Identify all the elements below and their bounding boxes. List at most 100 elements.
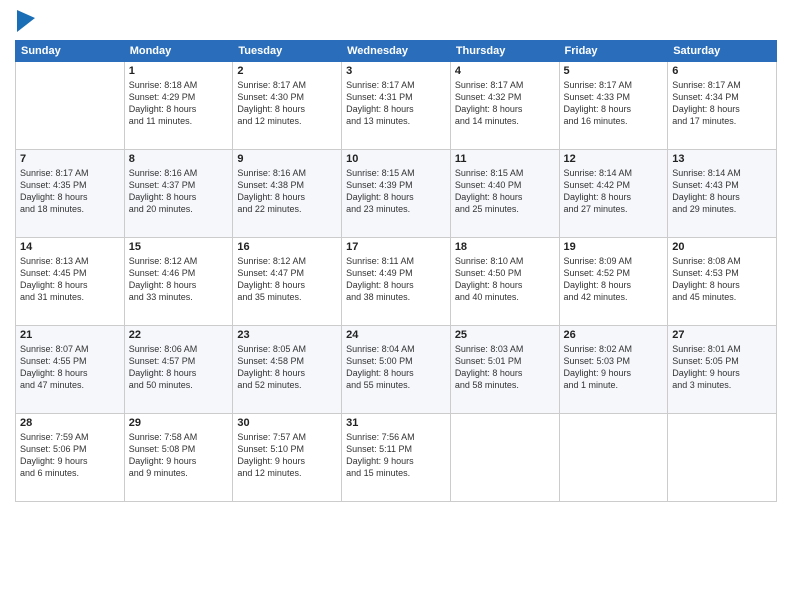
day-info: Sunrise: 8:07 AMSunset: 4:55 PMDaylight:… bbox=[20, 343, 120, 392]
weekday-header: Wednesday bbox=[342, 41, 451, 62]
calendar-cell: 30Sunrise: 7:57 AMSunset: 5:10 PMDayligh… bbox=[233, 414, 342, 502]
calendar-cell: 20 Sunrise: 8:08 AMSunset: 4:53 PMDayligh… bbox=[668, 238, 777, 326]
weekday-header: Tuesday bbox=[233, 41, 342, 62]
weekday-header: Thursday bbox=[450, 41, 559, 62]
calendar-cell: 12 Sunrise: 8:14 AMSunset: 4:42 PMDayligh… bbox=[559, 150, 668, 238]
day-number: 23 bbox=[237, 329, 337, 341]
logo-icon bbox=[17, 10, 35, 32]
calendar-week-row: 14 Sunrise: 8:13 AMSunset: 4:45 PMDayligh… bbox=[16, 238, 777, 326]
day-number: 26 bbox=[564, 329, 664, 341]
calendar-cell: 25 Sunrise: 8:03 AMSunset: 5:01 PMDayligh… bbox=[450, 326, 559, 414]
day-info: Sunrise: 8:11 AMSunset: 4:49 PMDaylight:… bbox=[346, 255, 446, 304]
day-info: Sunrise: 8:17 AMSunset: 4:33 PMDaylight:… bbox=[564, 79, 664, 128]
day-number: 12 bbox=[564, 153, 664, 165]
day-info: Sunrise: 8:13 AMSunset: 4:45 PMDaylight:… bbox=[20, 255, 120, 304]
page: SundayMondayTuesdayWednesdayThursdayFrid… bbox=[0, 0, 792, 612]
day-number: 10 bbox=[346, 153, 446, 165]
day-number: 19 bbox=[564, 241, 664, 253]
day-number: 17 bbox=[346, 241, 446, 253]
calendar-cell: 2 Sunrise: 8:17 AMSunset: 4:30 PMDaylight… bbox=[233, 62, 342, 150]
calendar-week-row: 21 Sunrise: 8:07 AMSunset: 4:55 PMDayligh… bbox=[16, 326, 777, 414]
day-number: 8 bbox=[129, 153, 229, 165]
day-number: 28 bbox=[20, 417, 120, 429]
calendar-week-row: 28 Sunrise: 7:59 AMSunset: 5:06 PMDayligh… bbox=[16, 414, 777, 502]
calendar: SundayMondayTuesdayWednesdayThursdayFrid… bbox=[15, 40, 777, 502]
calendar-week-row: 7 Sunrise: 8:17 AMSunset: 4:35 PMDaylight… bbox=[16, 150, 777, 238]
calendar-cell: 24 Sunrise: 8:04 AMSunset: 5:00 PMDayligh… bbox=[342, 326, 451, 414]
day-info: Sunrise: 8:05 AMSunset: 4:58 PMDaylight:… bbox=[237, 343, 337, 392]
calendar-cell: 10Sunrise: 8:15 AMSunset: 4:39 PMDayligh… bbox=[342, 150, 451, 238]
weekday-header: Sunday bbox=[16, 41, 125, 62]
day-number: 14 bbox=[20, 241, 120, 253]
calendar-cell: 31 Sunrise: 7:56 AMSunset: 5:11 PMDayligh… bbox=[342, 414, 451, 502]
day-info: Sunrise: 7:58 AMSunset: 5:08 PMDaylight:… bbox=[129, 431, 229, 480]
day-info: Sunrise: 8:14 AMSunset: 4:43 PMDaylight:… bbox=[672, 167, 772, 216]
weekday-header: Friday bbox=[559, 41, 668, 62]
calendar-cell: 22Sunrise: 8:06 AMSunset: 4:57 PMDayligh… bbox=[124, 326, 233, 414]
day-number: 9 bbox=[237, 153, 337, 165]
calendar-cell: 3 Sunrise: 8:17 AMSunset: 4:31 PMDaylight… bbox=[342, 62, 451, 150]
day-info: Sunrise: 7:56 AMSunset: 5:11 PMDaylight:… bbox=[346, 431, 446, 480]
calendar-cell bbox=[559, 414, 668, 502]
calendar-cell: 9 Sunrise: 8:16 AMSunset: 4:38 PMDaylight… bbox=[233, 150, 342, 238]
day-number: 30 bbox=[237, 417, 337, 429]
calendar-cell: 14 Sunrise: 8:13 AMSunset: 4:45 PMDayligh… bbox=[16, 238, 125, 326]
day-number: 25 bbox=[455, 329, 555, 341]
calendar-cell bbox=[668, 414, 777, 502]
day-number: 5 bbox=[564, 65, 664, 77]
calendar-cell: 17 Sunrise: 8:11 AMSunset: 4:49 PMDayligh… bbox=[342, 238, 451, 326]
day-number: 20 bbox=[672, 241, 772, 253]
calendar-cell: 7 Sunrise: 8:17 AMSunset: 4:35 PMDaylight… bbox=[16, 150, 125, 238]
calendar-cell: 19Sunrise: 8:09 AMSunset: 4:52 PMDayligh… bbox=[559, 238, 668, 326]
day-info: Sunrise: 8:17 AMSunset: 4:35 PMDaylight:… bbox=[20, 167, 120, 216]
day-number: 6 bbox=[672, 65, 772, 77]
calendar-cell: 27Sunrise: 8:01 AMSunset: 5:05 PMDayligh… bbox=[668, 326, 777, 414]
day-info: Sunrise: 8:18 AMSunset: 4:29 PMDaylight:… bbox=[129, 79, 229, 128]
calendar-cell: 16 Sunrise: 8:12 AMSunset: 4:47 PMDayligh… bbox=[233, 238, 342, 326]
day-number: 2 bbox=[237, 65, 337, 77]
day-number: 29 bbox=[129, 417, 229, 429]
calendar-cell: 29 Sunrise: 7:58 AMSunset: 5:08 PMDayligh… bbox=[124, 414, 233, 502]
day-number: 31 bbox=[346, 417, 446, 429]
calendar-cell: 8Sunrise: 8:16 AMSunset: 4:37 PMDaylight… bbox=[124, 150, 233, 238]
day-info: Sunrise: 8:02 AMSunset: 5:03 PMDaylight:… bbox=[564, 343, 664, 392]
calendar-cell: 13Sunrise: 8:14 AMSunset: 4:43 PMDayligh… bbox=[668, 150, 777, 238]
calendar-cell bbox=[16, 62, 125, 150]
day-number: 18 bbox=[455, 241, 555, 253]
day-info: Sunrise: 8:10 AMSunset: 4:50 PMDaylight:… bbox=[455, 255, 555, 304]
day-info: Sunrise: 8:16 AMSunset: 4:38 PMDaylight:… bbox=[237, 167, 337, 216]
day-number: 21 bbox=[20, 329, 120, 341]
calendar-cell: 18 Sunrise: 8:10 AMSunset: 4:50 PMDayligh… bbox=[450, 238, 559, 326]
day-info: Sunrise: 8:06 AMSunset: 4:57 PMDaylight:… bbox=[129, 343, 229, 392]
day-info: Sunrise: 8:01 AMSunset: 5:05 PMDaylight:… bbox=[672, 343, 772, 392]
weekday-header: Saturday bbox=[668, 41, 777, 62]
day-number: 24 bbox=[346, 329, 446, 341]
calendar-cell: 28 Sunrise: 7:59 AMSunset: 5:06 PMDayligh… bbox=[16, 414, 125, 502]
calendar-cell: 15 Sunrise: 8:12 AMSunset: 4:46 PMDayligh… bbox=[124, 238, 233, 326]
calendar-header-row: SundayMondayTuesdayWednesdayThursdayFrid… bbox=[16, 41, 777, 62]
calendar-week-row: 1 Sunrise: 8:18 AMSunset: 4:29 PMDaylight… bbox=[16, 62, 777, 150]
day-info: Sunrise: 8:04 AMSunset: 5:00 PMDaylight:… bbox=[346, 343, 446, 392]
day-number: 3 bbox=[346, 65, 446, 77]
day-info: Sunrise: 8:17 AMSunset: 4:30 PMDaylight:… bbox=[237, 79, 337, 128]
logo bbox=[15, 10, 35, 32]
day-info: Sunrise: 8:03 AMSunset: 5:01 PMDaylight:… bbox=[455, 343, 555, 392]
day-info: Sunrise: 7:59 AMSunset: 5:06 PMDaylight:… bbox=[20, 431, 120, 480]
weekday-header: Monday bbox=[124, 41, 233, 62]
calendar-cell: 6Sunrise: 8:17 AMSunset: 4:34 PMDaylight… bbox=[668, 62, 777, 150]
day-info: Sunrise: 8:12 AMSunset: 4:46 PMDaylight:… bbox=[129, 255, 229, 304]
day-info: Sunrise: 8:08 AMSunset: 4:53 PMDaylight:… bbox=[672, 255, 772, 304]
day-number: 15 bbox=[129, 241, 229, 253]
calendar-cell: 26 Sunrise: 8:02 AMSunset: 5:03 PMDayligh… bbox=[559, 326, 668, 414]
calendar-cell: 21 Sunrise: 8:07 AMSunset: 4:55 PMDayligh… bbox=[16, 326, 125, 414]
day-info: Sunrise: 8:12 AMSunset: 4:47 PMDaylight:… bbox=[237, 255, 337, 304]
day-info: Sunrise: 8:17 AMSunset: 4:31 PMDaylight:… bbox=[346, 79, 446, 128]
day-number: 1 bbox=[129, 65, 229, 77]
day-number: 16 bbox=[237, 241, 337, 253]
header bbox=[15, 10, 777, 32]
day-number: 11 bbox=[455, 153, 555, 165]
day-number: 7 bbox=[20, 153, 120, 165]
day-info: Sunrise: 8:15 AMSunset: 4:40 PMDaylight:… bbox=[455, 167, 555, 216]
calendar-cell: 1 Sunrise: 8:18 AMSunset: 4:29 PMDaylight… bbox=[124, 62, 233, 150]
day-info: Sunrise: 8:14 AMSunset: 4:42 PMDaylight:… bbox=[564, 167, 664, 216]
